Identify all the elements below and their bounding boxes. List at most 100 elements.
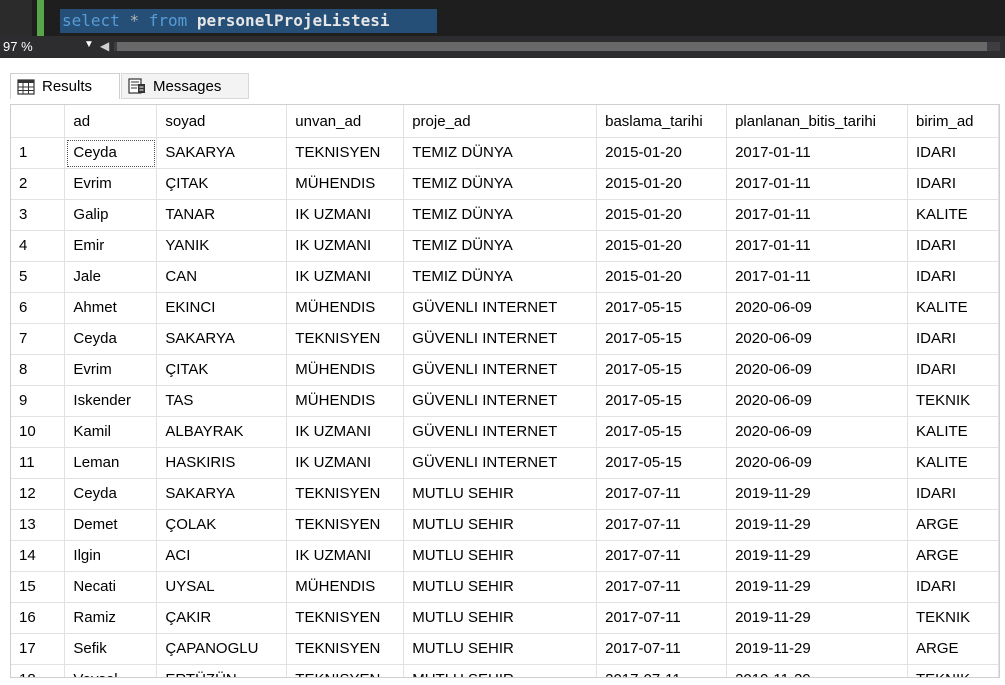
cell-birim-ad[interactable]: IDARI — [907, 230, 999, 262]
cell-planlanan-bitis-tarihi[interactable]: 2019-11-29 — [726, 664, 908, 677]
cell-rownum[interactable]: 15 — [11, 571, 66, 603]
cell-soyad[interactable]: ACI — [156, 540, 288, 572]
cell-baslama-tarihi[interactable]: 2015-01-20 — [596, 137, 728, 169]
table-row[interactable]: 2 Evrim ÇITAK MÜHENDIS TEMIZ DÜNYA 2015-01-20… — [11, 168, 999, 200]
cell-proje-ad[interactable]: TEMIZ DÜNYA — [403, 261, 598, 293]
cell-unvan-ad[interactable]: IK UZMANI — [286, 540, 405, 572]
cell-baslama-tarihi[interactable]: 2017-07-11 — [596, 571, 728, 603]
cell-proje-ad[interactable]: MUTLU SEHIR — [403, 633, 598, 665]
cell-rownum[interactable]: 14 — [11, 540, 66, 572]
cell-birim-ad[interactable]: TEKNIK — [907, 385, 999, 417]
table-row[interactable]: 9 Iskender TAS MÜHENDIS GÜVENLI INTERNET 2017… — [11, 385, 999, 417]
scrollbar-thumb[interactable] — [117, 42, 987, 51]
cell-unvan-ad[interactable]: IK UZMANI — [286, 416, 405, 448]
cell-ad[interactable]: Kamil — [64, 416, 158, 448]
cell-ad[interactable]: Ramiz — [64, 602, 158, 634]
cell-rownum[interactable]: 9 — [11, 385, 66, 417]
cell-planlanan-bitis-tarihi[interactable]: 2017-01-11 — [726, 168, 908, 200]
cell-planlanan-bitis-tarihi[interactable]: 2020-06-09 — [726, 292, 908, 324]
cell-ad[interactable]: Sefik — [64, 633, 158, 665]
tab-messages[interactable]: Messages — [121, 73, 249, 99]
cell-unvan-ad[interactable]: TEKNISYEN — [286, 323, 405, 355]
cell-rownum[interactable]: 16 — [11, 602, 66, 634]
table-row[interactable]: 1 Ceyda SAKARYA TEKNISYEN TEMIZ DÜNYA 2015-01… — [11, 137, 999, 169]
zoom-dropdown-icon[interactable]: ▼ — [84, 39, 94, 50]
column-header-birim-ad[interactable]: birim_ad — [907, 105, 999, 138]
cell-baslama-tarihi[interactable]: 2017-07-11 — [596, 664, 728, 677]
cell-soyad[interactable]: EKINCI — [156, 292, 288, 324]
column-header-rownum[interactable] — [11, 105, 66, 138]
cell-proje-ad[interactable]: GÜVENLI INTERNET — [403, 447, 598, 479]
cell-rownum[interactable]: 4 — [11, 230, 66, 262]
cell-proje-ad[interactable]: MUTLU SEHIR — [403, 602, 598, 634]
column-header-planlanan-bitis-tarihi[interactable]: planlanan_bitis_tarihi — [726, 105, 908, 138]
scroll-left-icon[interactable]: ◀ — [100, 39, 109, 53]
cell-baslama-tarihi[interactable]: 2017-05-15 — [596, 385, 728, 417]
cell-ad[interactable]: Galip — [64, 199, 158, 231]
table-row[interactable]: 8 Evrim ÇITAK MÜHENDIS GÜVENLI INTERNET 2017-… — [11, 354, 999, 386]
cell-birim-ad[interactable]: ARGE — [907, 540, 999, 572]
cell-baslama-tarihi[interactable]: 2017-07-11 — [596, 602, 728, 634]
cell-planlanan-bitis-tarihi[interactable]: 2019-11-29 — [726, 633, 908, 665]
cell-proje-ad[interactable]: GÜVENLI INTERNET — [403, 385, 598, 417]
cell-birim-ad[interactable]: ARGE — [907, 633, 999, 665]
cell-unvan-ad[interactable]: MÜHENDIS — [286, 571, 405, 603]
cell-unvan-ad[interactable]: TEKNISYEN — [286, 633, 405, 665]
cell-soyad[interactable]: UYSAL — [156, 571, 288, 603]
cell-rownum[interactable]: 5 — [11, 261, 66, 293]
cell-unvan-ad[interactable]: MÜHENDIS — [286, 292, 405, 324]
cell-baslama-tarihi[interactable]: 2017-07-11 — [596, 633, 728, 665]
cell-proje-ad[interactable]: GÜVENLI INTERNET — [403, 416, 598, 448]
cell-baslama-tarihi[interactable]: 2015-01-20 — [596, 230, 728, 262]
cell-soyad[interactable]: SAKARYA — [156, 478, 288, 510]
cell-birim-ad[interactable]: KALITE — [907, 292, 999, 324]
cell-ad[interactable]: Ceyda — [64, 478, 158, 510]
cell-baslama-tarihi[interactable]: 2017-05-15 — [596, 292, 728, 324]
cell-soyad[interactable]: SAKARYA — [156, 323, 288, 355]
cell-rownum[interactable]: 17 — [11, 633, 66, 665]
cell-baslama-tarihi[interactable]: 2015-01-20 — [596, 168, 728, 200]
cell-ad[interactable]: Evrim — [64, 168, 158, 200]
table-row[interactable]: 18VeyselERTÜZÜNTEKNISYENMUTLU SEHIR2017-… — [11, 664, 999, 677]
cell-unvan-ad[interactable]: MÜHENDIS — [286, 385, 405, 417]
cell-planlanan-bitis-tarihi[interactable]: 2019-11-29 — [726, 602, 908, 634]
cell-rownum[interactable]: 3 — [11, 199, 66, 231]
cell-rownum[interactable]: 10 — [11, 416, 66, 448]
table-row[interactable]: 6 Ahmet EKINCI MÜHENDIS GÜVENLI INTERNET 2017… — [11, 292, 999, 324]
cell-birim-ad[interactable]: KALITE — [907, 199, 999, 231]
column-header-soyad[interactable]: soyad — [156, 105, 288, 138]
cell-unvan-ad[interactable]: IK UZMANI — [286, 261, 405, 293]
cell-ad[interactable]: Iskender — [64, 385, 158, 417]
cell-planlanan-bitis-tarihi[interactable]: 2017-01-11 — [726, 199, 908, 231]
cell-planlanan-bitis-tarihi[interactable]: 2017-01-11 — [726, 261, 908, 293]
cell-ad[interactable]: Ahmet — [64, 292, 158, 324]
cell-proje-ad[interactable]: GÜVENLI INTERNET — [403, 292, 598, 324]
cell-soyad[interactable]: ERTÜZÜN — [156, 664, 288, 677]
cell-birim-ad[interactable]: IDARI — [907, 137, 999, 169]
cell-unvan-ad[interactable]: IK UZMANI — [286, 447, 405, 479]
cell-baslama-tarihi[interactable]: 2015-01-20 — [596, 261, 728, 293]
cell-baslama-tarihi[interactable]: 2017-07-11 — [596, 540, 728, 572]
table-row[interactable]: 7 Ceyda SAKARYA TEKNISYEN GÜVENLI INTERNET 20… — [11, 323, 999, 355]
sql-query-line[interactable]: select * from personelProjeListesi — [62, 10, 390, 32]
cell-soyad[interactable]: TAS — [156, 385, 288, 417]
table-row[interactable]: 17 Sefik ÇAPANOGLU TEKNISYEN MUTLU SEHIR 2017… — [11, 633, 999, 665]
cell-ad[interactable]: Ceyda — [64, 323, 158, 355]
cell-rownum[interactable]: 6 — [11, 292, 66, 324]
cell-rownum[interactable]: 18 — [11, 664, 66, 677]
cell-rownum[interactable]: 11 — [11, 447, 66, 479]
cell-birim-ad[interactable]: KALITE — [907, 447, 999, 479]
cell-rownum[interactable]: 13 — [11, 509, 66, 541]
cell-ad[interactable]: Necati — [64, 571, 158, 603]
cell-baslama-tarihi[interactable]: 2017-07-11 — [596, 509, 728, 541]
cell-baslama-tarihi[interactable]: 2017-05-15 — [596, 447, 728, 479]
cell-proje-ad[interactable]: MUTLU SEHIR — [403, 540, 598, 572]
cell-planlanan-bitis-tarihi[interactable]: 2019-11-29 — [726, 540, 908, 572]
cell-planlanan-bitis-tarihi[interactable]: 2020-06-09 — [726, 385, 908, 417]
cell-ad[interactable]: Evrim — [64, 354, 158, 386]
cell-unvan-ad[interactable]: TEKNISYEN — [286, 664, 405, 677]
column-header-baslama-tarihi[interactable]: baslama_tarihi — [596, 105, 728, 138]
cell-rownum[interactable]: 8 — [11, 354, 66, 386]
cell-baslama-tarihi[interactable]: 2017-05-15 — [596, 416, 728, 448]
cell-proje-ad[interactable]: MUTLU SEHIR — [403, 478, 598, 510]
